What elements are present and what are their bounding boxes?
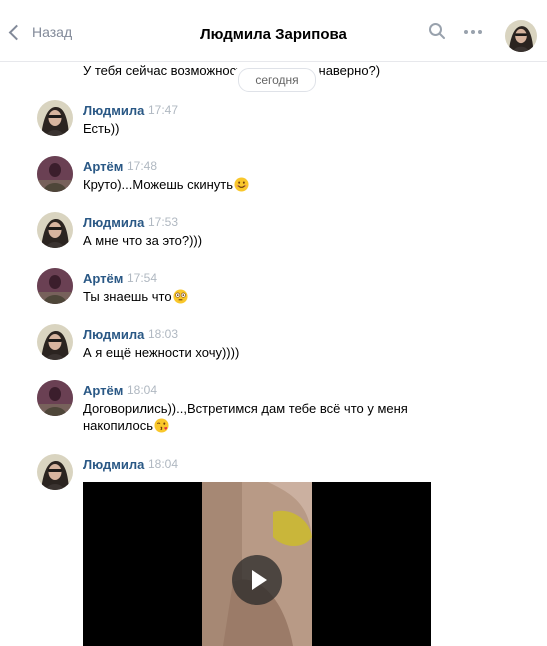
message-text: А я ещё нежности хочу))))	[83, 345, 240, 360]
flushed-emoji-icon	[173, 289, 188, 304]
date-divider: сегодня	[238, 68, 316, 92]
message-time: 18:04	[127, 383, 158, 397]
message-text-row: Ты знаешь что	[83, 288, 443, 305]
video-attachment[interactable]	[83, 482, 431, 646]
back-button[interactable]: Назад	[8, 24, 73, 40]
message-time: 17:54	[127, 271, 158, 285]
message-text: А мне что за это?)))	[83, 233, 203, 248]
avatar-lyudmila[interactable]	[37, 100, 73, 136]
chevron-left-icon	[8, 24, 25, 40]
message-text: Круто)...Можешь скинуть	[83, 177, 234, 192]
message-text: Ты знаешь что	[83, 289, 172, 304]
message-author[interactable]: Артём	[83, 383, 123, 398]
smile-emoji-icon	[234, 177, 249, 192]
avatar-lyudmila[interactable]	[37, 454, 73, 490]
play-icon[interactable]	[232, 555, 282, 605]
avatar-artyom[interactable]	[37, 156, 73, 192]
message-author[interactable]: Артём	[83, 271, 123, 286]
message-text: Есть))	[83, 121, 120, 136]
message-author[interactable]: Людмила	[83, 215, 144, 230]
message-time: 17:48	[127, 159, 158, 173]
message-author[interactable]: Людмила	[83, 103, 144, 118]
avatar-lyudmila[interactable]	[37, 324, 73, 360]
back-label: Назад	[32, 24, 73, 40]
message-text: Договорились))..,Встретимся дам тебе всё…	[83, 401, 408, 433]
avatar-artyom[interactable]	[37, 380, 73, 416]
message-time: 18:04	[148, 457, 179, 471]
message-text-row: Договорились))..,Встретимся дам тебе всё…	[83, 400, 428, 434]
header-avatar[interactable]	[505, 20, 537, 52]
more-dots-icon[interactable]	[464, 30, 482, 34]
message-author[interactable]: Людмила	[83, 327, 144, 342]
chat-title: Людмила Зарипова	[200, 26, 347, 43]
search-icon[interactable]	[428, 22, 446, 40]
message-text-row: Круто)...Можешь скинуть	[83, 176, 443, 193]
message-author[interactable]: Артём	[83, 159, 123, 174]
message-time: 18:03	[148, 327, 179, 341]
message-author[interactable]: Людмила	[83, 457, 144, 472]
kiss-emoji-icon	[154, 418, 169, 433]
avatar-lyudmila[interactable]	[37, 212, 73, 248]
message-time: 17:53	[148, 215, 179, 229]
avatar-artyom[interactable]	[37, 268, 73, 304]
chat-header: Назад Людмила Зарипова	[0, 0, 547, 62]
previous-message-text: У тебя сейчас возможност… …то нету навер…	[83, 63, 381, 78]
message-time: 17:47	[148, 103, 179, 117]
